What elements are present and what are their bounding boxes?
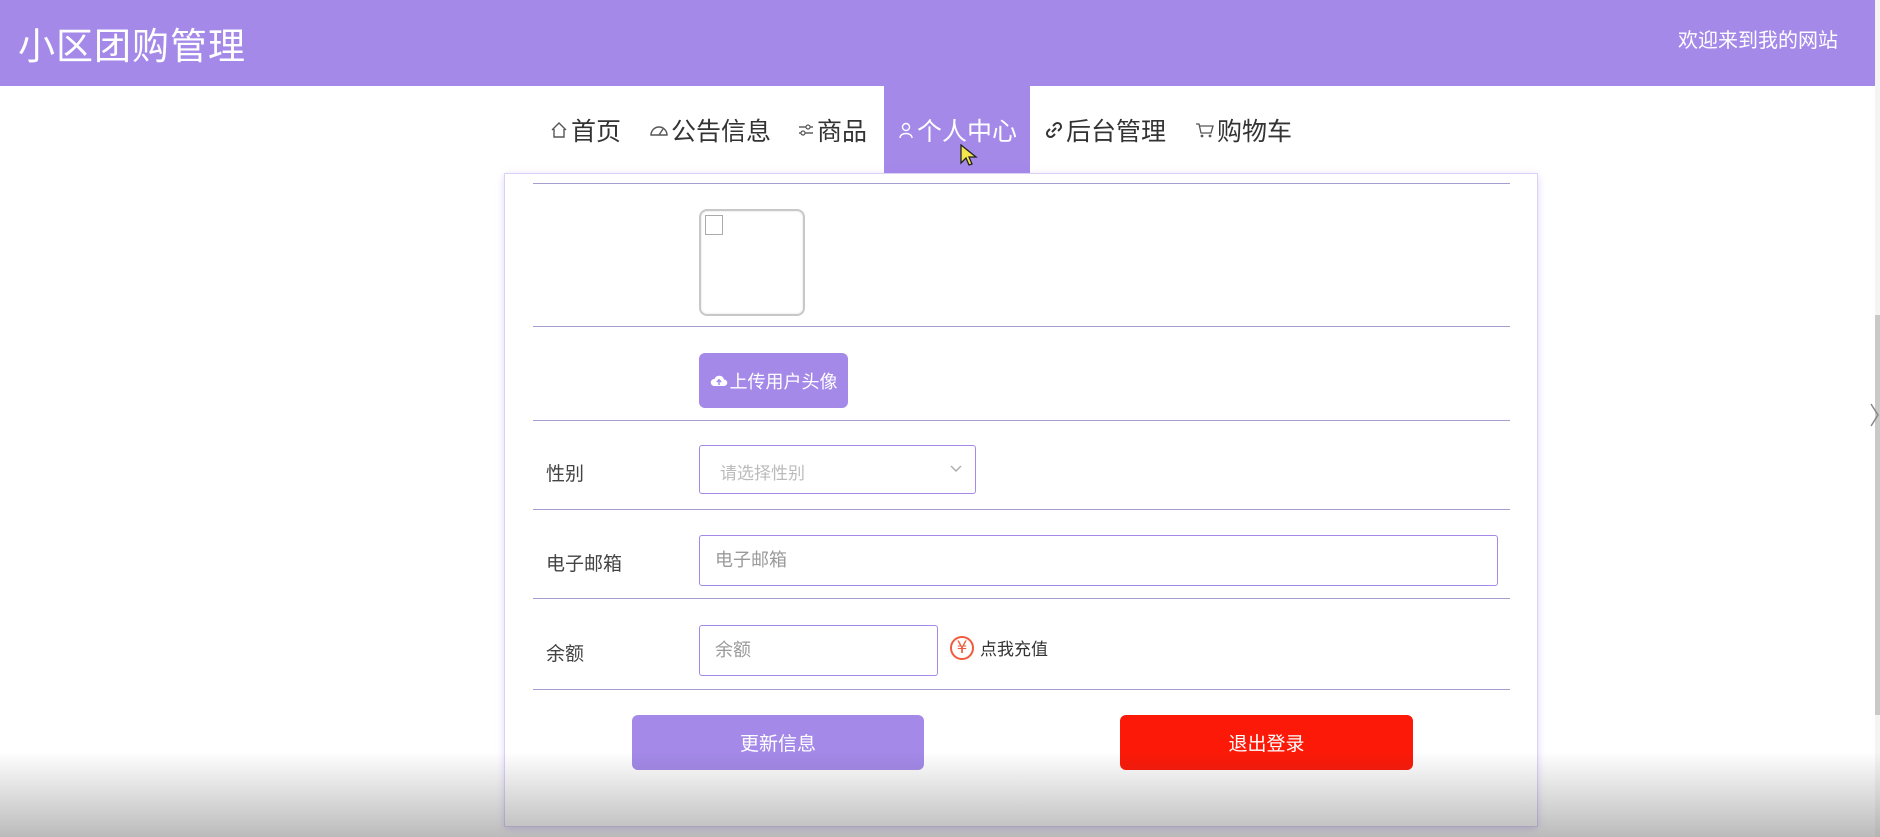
upload-avatar-button[interactable]: 上传用户头像 [699,353,848,408]
nav-item-label: 后台管理 [1066,117,1167,146]
balance-field[interactable] [699,625,938,676]
nav-item-label: 商品 [817,117,868,146]
chevron-down-icon [950,465,962,472]
recharge-label: 点我充值 [980,640,1048,660]
gender-label: 性别 [546,463,585,485]
cloud-upload-icon [710,375,727,386]
mouse-cursor-icon [960,144,978,166]
row-divider [533,326,1510,327]
scrollbar-thumb[interactable] [1875,315,1880,715]
yen-icon: ¥ [950,635,974,660]
broken-image-icon [705,215,723,235]
logout-label: 退出登录 [1228,733,1305,755]
site-title[interactable]: 小区团购管理 [18,16,246,70]
nav-item-label: 首页 [571,117,622,146]
upload-avatar-label: 上传用户头像 [729,371,838,393]
nav-item-home[interactable]: 首页 [549,86,621,174]
link-icon [1044,120,1064,140]
update-info-label: 更新信息 [739,733,816,755]
row-divider [533,420,1510,421]
balance-label: 余额 [546,643,585,665]
gauge-icon [649,120,669,140]
nav-item-notices[interactable]: 公告信息 [649,86,771,174]
nav-item-label: 个人中心 [916,117,1017,146]
main-nav: 首页 公告信息 商品 个人中心 后台管理 购物车 [0,86,1875,174]
update-info-button[interactable]: 更新信息 [632,715,924,770]
logout-button[interactable]: 退出登录 [1120,715,1413,770]
home-icon [549,120,569,140]
sliders-icon [797,120,815,140]
avatar-preview [699,209,805,316]
chevron-right-icon[interactable] [1868,400,1880,430]
email-field[interactable] [699,535,1498,586]
row-divider [533,598,1510,599]
welcome-text: 欢迎来到我的网站 [1678,28,1838,52]
cart-icon [1195,120,1215,140]
nav-item-cart[interactable]: 购物车 [1195,86,1292,174]
nav-item-admin[interactable]: 后台管理 [1044,86,1166,174]
gender-select[interactable]: 请选择性别 [699,445,976,494]
nav-item-products[interactable]: 商品 [797,86,867,174]
user-icon [897,120,915,140]
gender-select-placeholder: 请选择性别 [720,464,805,484]
row-divider [533,183,1510,184]
nav-item-label: 购物车 [1217,117,1293,146]
email-label: 电子邮箱 [546,553,623,575]
nav-item-profile[interactable]: 个人中心 [884,86,1030,174]
nav-item-label: 公告信息 [671,117,772,146]
row-divider [533,689,1510,690]
row-divider [533,509,1510,510]
header-bar: 小区团购管理 欢迎来到我的网站 [0,0,1875,86]
recharge-link[interactable]: ¥ 点我充值 [950,635,1048,660]
